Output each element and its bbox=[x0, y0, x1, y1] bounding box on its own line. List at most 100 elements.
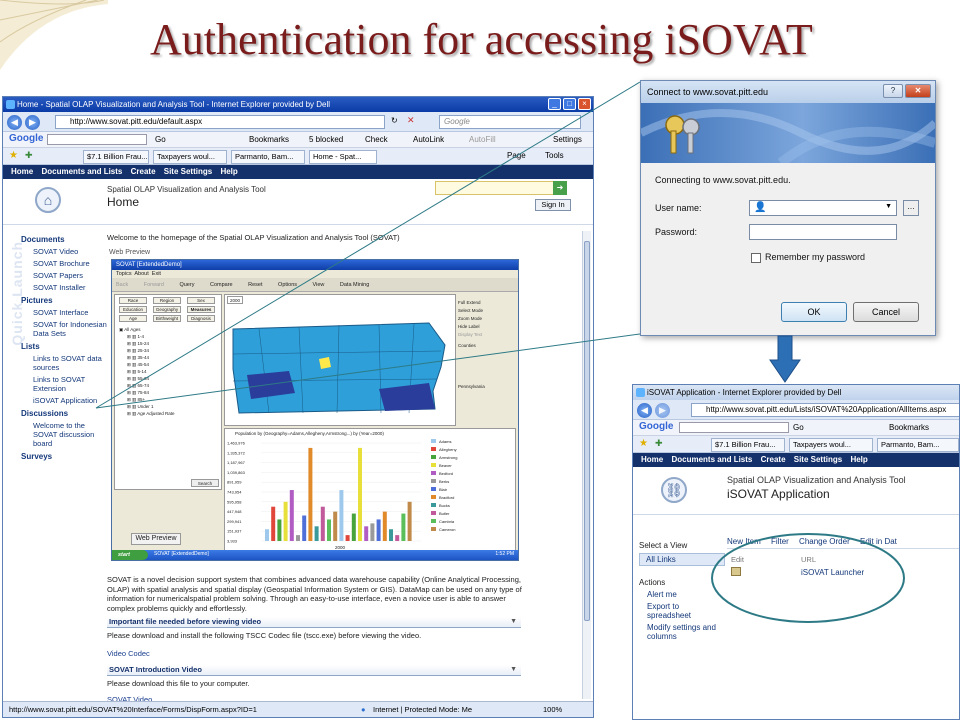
filter-button[interactable]: Filter bbox=[771, 537, 789, 546]
edit-datasheet-button[interactable]: Edit in Dat bbox=[860, 537, 897, 546]
tab-parmanto[interactable]: Parmanto, Bam... bbox=[231, 150, 305, 164]
age-tree-item: ⊞ ▥ Age Adjusted Rate bbox=[127, 411, 175, 416]
tab-taxpayers[interactable]: Taxpayers woul... bbox=[789, 438, 873, 452]
google-search-input[interactable] bbox=[679, 422, 789, 433]
modify-settings-link[interactable]: Modify settings and columns bbox=[639, 623, 725, 641]
sign-in-button[interactable]: Sign In bbox=[535, 199, 571, 211]
username-dropdown-icon[interactable]: ▼ bbox=[885, 203, 892, 210]
browse-user-button[interactable]: … bbox=[903, 200, 919, 216]
bookmarks-button[interactable]: Bookmarks bbox=[249, 135, 289, 144]
export-spreadsheet-link[interactable]: Export to spreadsheet bbox=[639, 602, 725, 620]
all-links-view[interactable]: All Links bbox=[639, 553, 725, 566]
check-button[interactable]: Check bbox=[365, 135, 388, 144]
ql-discussions[interactable]: Discussions bbox=[21, 409, 107, 418]
isovat-list-toolbar: New Item Filter Change Order Edit in Dat bbox=[727, 535, 959, 549]
ql-links-extension[interactable]: Links to SOVAT Extension bbox=[21, 375, 107, 393]
refresh-icon[interactable]: ↻ bbox=[391, 116, 398, 125]
ql-pictures[interactable]: Pictures bbox=[21, 296, 107, 305]
topnav-create[interactable]: Create bbox=[131, 167, 156, 176]
tab-fraud[interactable]: $7.1 Billion Frau... bbox=[83, 150, 149, 164]
topnav-documents[interactable]: Documents and Lists bbox=[41, 167, 122, 176]
maximize-button[interactable]: □ bbox=[563, 98, 576, 110]
ql-documents[interactable]: Documents bbox=[21, 235, 107, 244]
ql-sovat-video[interactable]: SOVAT Video bbox=[21, 247, 107, 256]
forward-arrow-icon[interactable]: ▶ bbox=[655, 403, 670, 418]
google-search-input[interactable] bbox=[47, 134, 147, 145]
topnav-help[interactable]: Help bbox=[220, 167, 237, 176]
tools-menu[interactable]: Tools bbox=[545, 151, 564, 160]
change-order-button[interactable]: Change Order bbox=[799, 537, 850, 546]
ok-button[interactable]: OK bbox=[781, 302, 847, 322]
username-field[interactable]: 👤 ▼ bbox=[749, 200, 897, 216]
password-field[interactable] bbox=[749, 224, 897, 240]
ql-sovat-brochure[interactable]: SOVAT Brochure bbox=[21, 259, 107, 268]
topnav-site-settings[interactable]: Site Settings bbox=[794, 455, 842, 464]
col-edit-header[interactable]: Edit bbox=[731, 555, 744, 564]
ql-lists[interactable]: Lists bbox=[21, 342, 107, 351]
back-arrow-icon[interactable]: ◀ bbox=[637, 403, 652, 418]
collapse-icon[interactable]: ▼ bbox=[510, 665, 517, 675]
zoom-level[interactable]: 100% bbox=[543, 702, 562, 717]
web-preview-button[interactable]: Web Preview bbox=[131, 533, 181, 545]
stop-icon[interactable]: ✕ bbox=[407, 115, 415, 126]
autolink-button[interactable]: AutoLink bbox=[413, 135, 444, 144]
popup-blocked-badge[interactable]: 5 blocked bbox=[309, 135, 343, 144]
tab-home[interactable]: Home - Spat... bbox=[309, 150, 377, 164]
topnav-home[interactable]: Home bbox=[641, 455, 663, 464]
home-icon[interactable]: ⌂ bbox=[35, 187, 61, 213]
col-url-header[interactable]: URL bbox=[801, 555, 816, 564]
search-input[interactable]: Google bbox=[439, 115, 581, 129]
collapse-icon[interactable]: ▼ bbox=[510, 617, 517, 627]
tab-taxpayers[interactable]: Taxpayers woul... bbox=[153, 150, 227, 164]
ql-discussion-board[interactable]: Welcome to the SOVAT discussion board bbox=[21, 421, 107, 448]
bookmarks-button[interactable]: Bookmarks bbox=[889, 423, 929, 432]
topnav-site-settings[interactable]: Site Settings bbox=[164, 167, 212, 176]
tab-parmanto[interactable]: Parmanto, Bam... bbox=[877, 438, 959, 452]
scroll-thumb[interactable] bbox=[584, 241, 590, 621]
ql-sovat-indonesian[interactable]: SOVAT for Indonesian Data Sets bbox=[21, 320, 107, 338]
autofill-button[interactable]: AutoFill bbox=[469, 135, 496, 144]
ql-sovat-papers[interactable]: SOVAT Papers bbox=[21, 271, 107, 280]
back-arrow-icon[interactable]: ◀ bbox=[7, 115, 22, 130]
topnav-help[interactable]: Help bbox=[850, 455, 867, 464]
site-search-input[interactable]: ➜ bbox=[435, 181, 567, 195]
google-go-button[interactable]: Go bbox=[155, 135, 166, 144]
add-favorites-icon[interactable]: ✚ bbox=[25, 150, 33, 161]
edit-icon[interactable] bbox=[731, 567, 741, 576]
alert-me-link[interactable]: Alert me bbox=[639, 590, 725, 599]
cancel-button[interactable]: Cancel bbox=[853, 302, 919, 322]
tab-fraud[interactable]: $7.1 Billion Frau... bbox=[711, 438, 785, 452]
keys-icon bbox=[641, 109, 935, 163]
video-codec-link[interactable]: Video Codec bbox=[107, 649, 150, 658]
new-item-button[interactable]: New Item bbox=[727, 537, 761, 546]
settings-button[interactable]: Settings bbox=[553, 135, 582, 144]
minimize-button[interactable]: _ bbox=[548, 98, 561, 110]
important-file-header[interactable]: Important file needed before viewing vid… bbox=[107, 617, 521, 628]
google-go-button[interactable]: Go bbox=[793, 423, 804, 432]
favorites-star-icon[interactable]: ★ bbox=[639, 438, 648, 449]
ql-sovat-interface[interactable]: SOVAT Interface bbox=[21, 308, 107, 317]
close-button[interactable]: × bbox=[578, 98, 591, 110]
forward-arrow-icon[interactable]: ▶ bbox=[25, 115, 40, 130]
isovat-url-input[interactable]: http://www.sovat.pitt.edu/Lists/iSOVAT%2… bbox=[691, 403, 959, 417]
topnav-home[interactable]: Home bbox=[11, 167, 33, 176]
page-menu[interactable]: Page bbox=[507, 151, 526, 160]
ql-isovat-application[interactable]: iSOVAT Application bbox=[21, 396, 107, 405]
help-button[interactable]: ? bbox=[883, 84, 903, 98]
ql-surveys[interactable]: Surveys bbox=[21, 452, 107, 461]
site-topnav: Home Documents and Lists Create Site Set… bbox=[3, 165, 593, 179]
ql-links-data-sources[interactable]: Links to SOVAT data sources bbox=[21, 354, 107, 372]
ql-sovat-installer[interactable]: SOVAT Installer bbox=[21, 283, 107, 292]
remember-checkbox[interactable] bbox=[751, 253, 761, 263]
topnav-documents[interactable]: Documents and Lists bbox=[671, 455, 752, 464]
dialog-close-button[interactable]: ✕ bbox=[905, 84, 931, 98]
url-input[interactable]: http://www.sovat.pitt.edu/default.aspx bbox=[55, 115, 385, 129]
intro-video-header[interactable]: SOVAT Introduction Video ▼ bbox=[107, 665, 521, 676]
isovat-launcher-link[interactable]: iSOVAT Launcher bbox=[801, 568, 864, 577]
vertical-scrollbar[interactable] bbox=[582, 231, 591, 699]
search-go-icon[interactable]: ➜ bbox=[553, 181, 567, 195]
add-favorites-icon[interactable]: ✚ bbox=[655, 438, 663, 449]
topnav-create[interactable]: Create bbox=[761, 455, 786, 464]
favorites-star-icon[interactable]: ★ bbox=[9, 150, 18, 161]
bar-chart-svg: 1,463,976 1,335,372 1,187,967 1,039,863 891,… bbox=[227, 439, 457, 550]
